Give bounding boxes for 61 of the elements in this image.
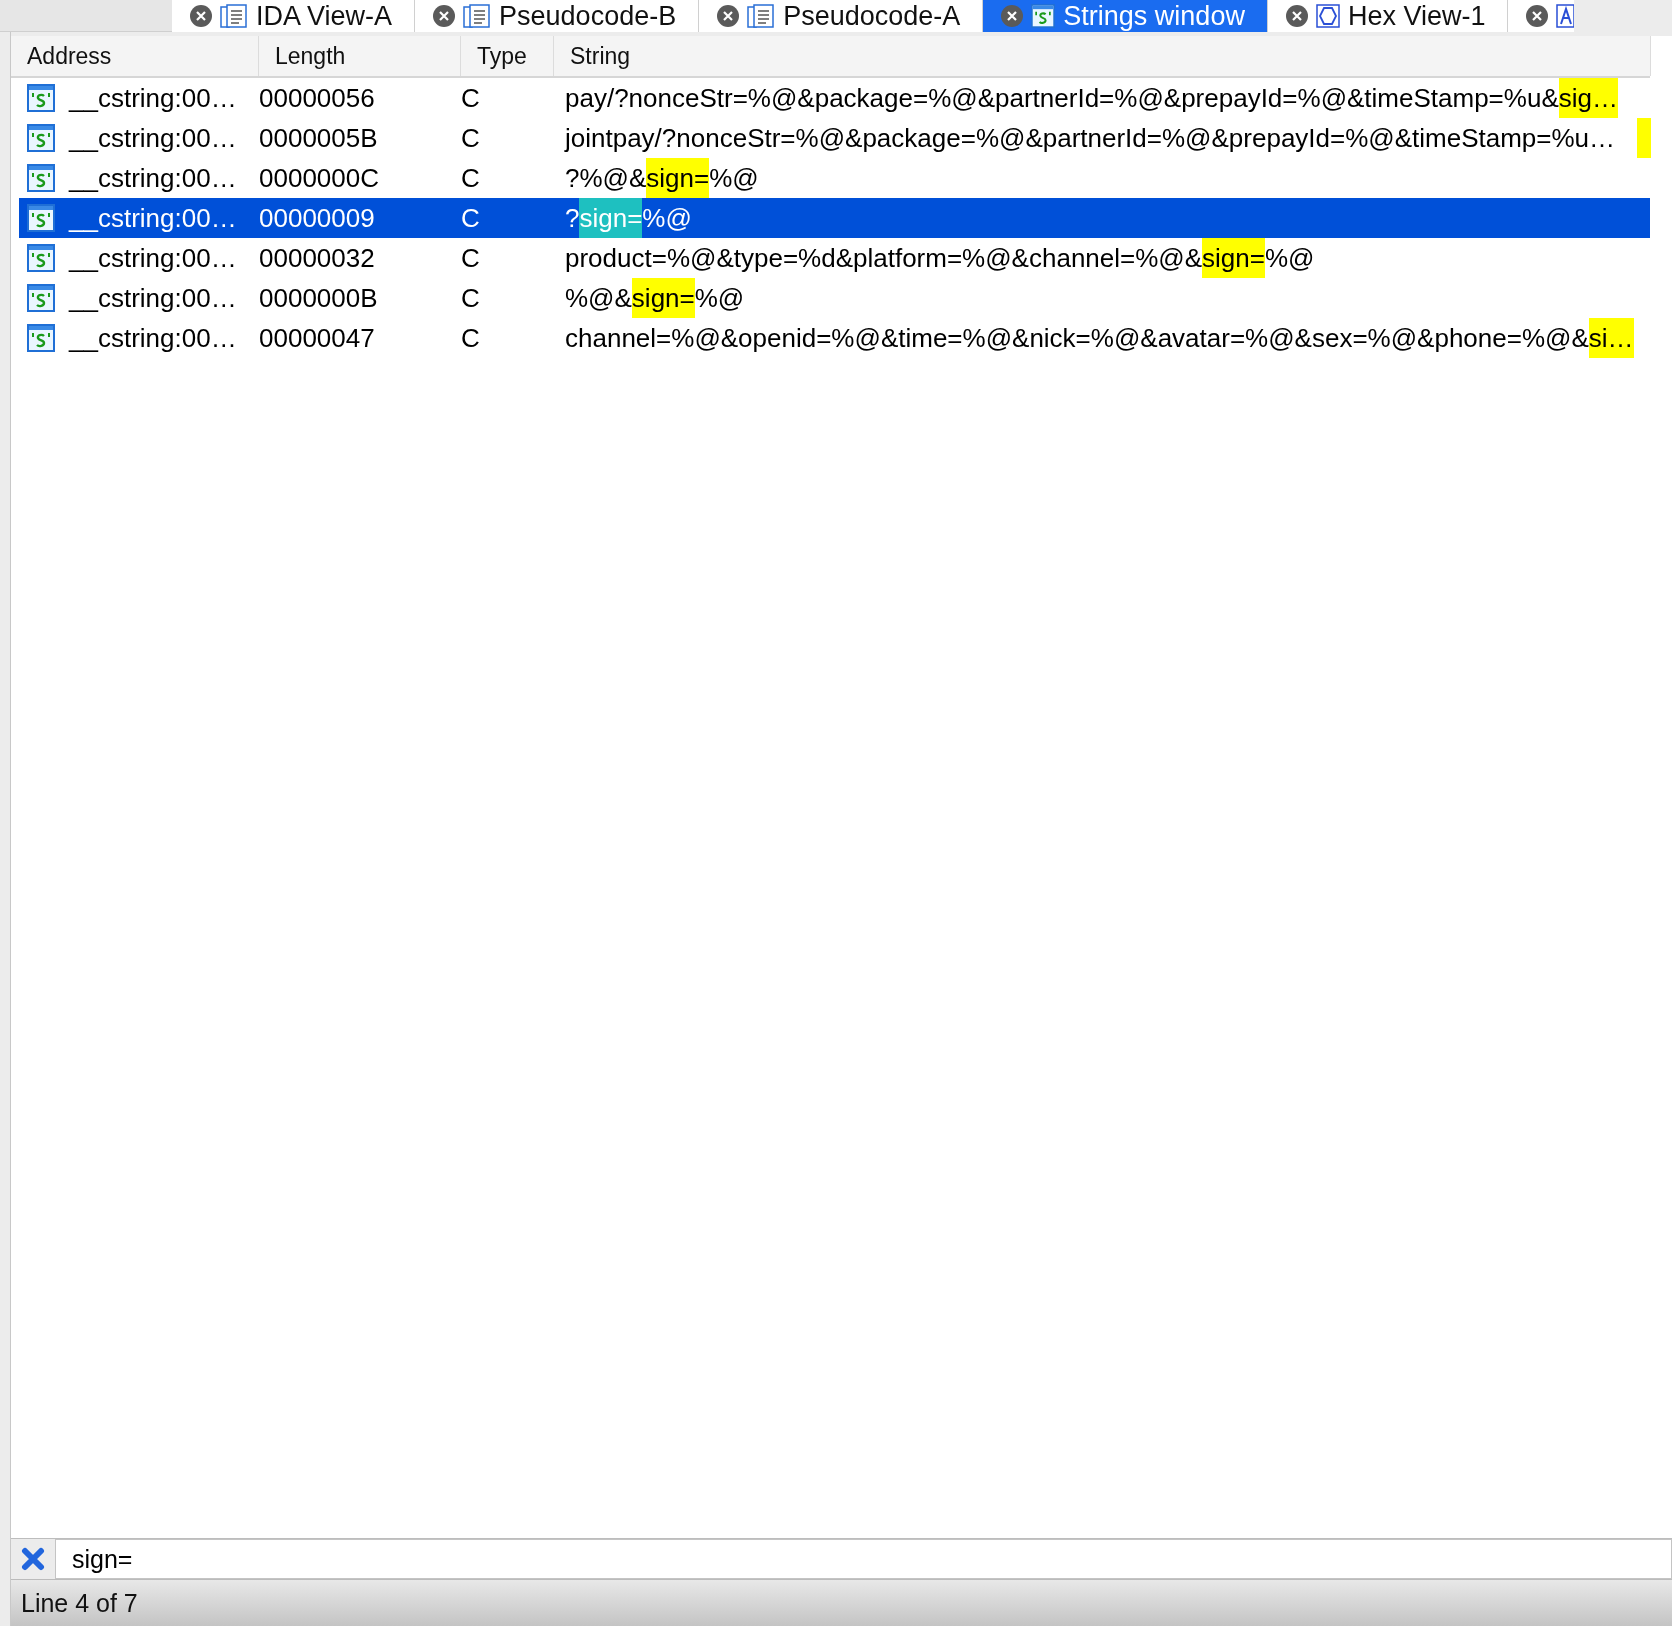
tab[interactable]: Hex View-1 <box>1267 0 1509 32</box>
document-icon <box>220 4 248 28</box>
status-text: Line 4 of 7 <box>21 1588 138 1618</box>
column-header[interactable]: String <box>554 36 1651 76</box>
type-cell: C <box>461 122 480 154</box>
address-cell: __cstring:00… <box>69 122 237 154</box>
strings-icon <box>27 124 55 152</box>
close-icon[interactable] <box>190 5 212 27</box>
close-icon[interactable] <box>1285 5 1308 27</box>
address-cell: __cstring:00… <box>69 282 237 314</box>
address-cell: __cstring:00… <box>69 82 237 114</box>
tab[interactable]: Strings window <box>983 0 1268 32</box>
close-icon[interactable] <box>717 5 740 27</box>
length-cell: 0000005B <box>259 122 378 154</box>
table-row[interactable]: __cstring:00… 0000000C C ?%@&sign=%@ <box>19 158 1650 198</box>
type-cell: C <box>461 202 480 234</box>
length-cell: 0000000B <box>259 282 378 314</box>
length-cell: 00000009 <box>259 202 375 234</box>
length-cell: 00000056 <box>259 82 375 114</box>
column-header[interactable]: Type <box>461 36 554 76</box>
length-cell: 00000047 <box>259 322 375 354</box>
tab[interactable] <box>1508 0 1575 32</box>
strings-icon <box>1031 4 1056 28</box>
document-icon <box>463 4 492 28</box>
strings-icon <box>27 164 55 192</box>
filter-field[interactable]: sign= <box>55 1539 1672 1579</box>
string-cell: ?sign=%@ <box>565 198 692 238</box>
type-cell: C <box>461 322 480 354</box>
column-header[interactable]: Length <box>259 36 461 76</box>
address-cell: __cstring:00… <box>69 242 237 274</box>
close-icon[interactable] <box>1001 5 1024 27</box>
tab[interactable]: IDA View-A <box>172 0 416 32</box>
type-cell: C <box>461 282 480 314</box>
close-icon[interactable] <box>433 5 456 27</box>
strings-icon <box>27 84 55 112</box>
address-cell: __cstring:00… <box>69 202 237 234</box>
table-row[interactable]: __cstring:00… 00000009 C ?sign=%@ <box>19 198 1650 238</box>
length-cell: 00000032 <box>259 242 375 274</box>
hexagon-icon <box>1315 4 1340 28</box>
address-cell: __cstring:00… <box>69 322 237 354</box>
column-header[interactable]: Address <box>11 36 259 76</box>
document-icon <box>747 4 776 28</box>
string-cell-text: jointpay/?nonceStr=%@&package=%@&partnerId=%@&prepayId=%@&timeStamp=%u… <box>565 121 1616 155</box>
type-cell: C <box>461 82 480 114</box>
close-icon[interactable] <box>1526 5 1549 27</box>
address-cell: __cstring:00… <box>69 162 237 194</box>
table-row[interactable]: __cstring:00… 00000032 C product=%@&type=%d&platform=%@&channel=%@&sign=%@ <box>19 238 1650 278</box>
structure-icon <box>1556 4 1575 28</box>
string-cell: product=%@&type=%d&platform=%@&channel=%@&sign=%@ <box>565 238 1315 278</box>
type-cell: C <box>461 162 480 194</box>
table-row[interactable]: __cstring:00… 0000005B C jointpay/?nonceStr=%@&package=%@&partnerId=%@&prepayId=%@&timeStamp=%u… <box>19 118 1650 158</box>
type-cell: C <box>461 242 480 274</box>
strings-icon <box>27 324 55 352</box>
strings-icon <box>27 204 55 232</box>
strings-icon <box>27 284 55 312</box>
string-cell: ?%@&sign=%@ <box>565 158 759 198</box>
length-cell: 0000000C <box>259 162 379 194</box>
tab[interactable]: Pseudocode-B <box>415 0 700 32</box>
strings-icon <box>27 244 55 272</box>
tab[interactable]: Pseudocode-A <box>699 0 984 32</box>
close-filter-icon[interactable] <box>21 1547 45 1571</box>
